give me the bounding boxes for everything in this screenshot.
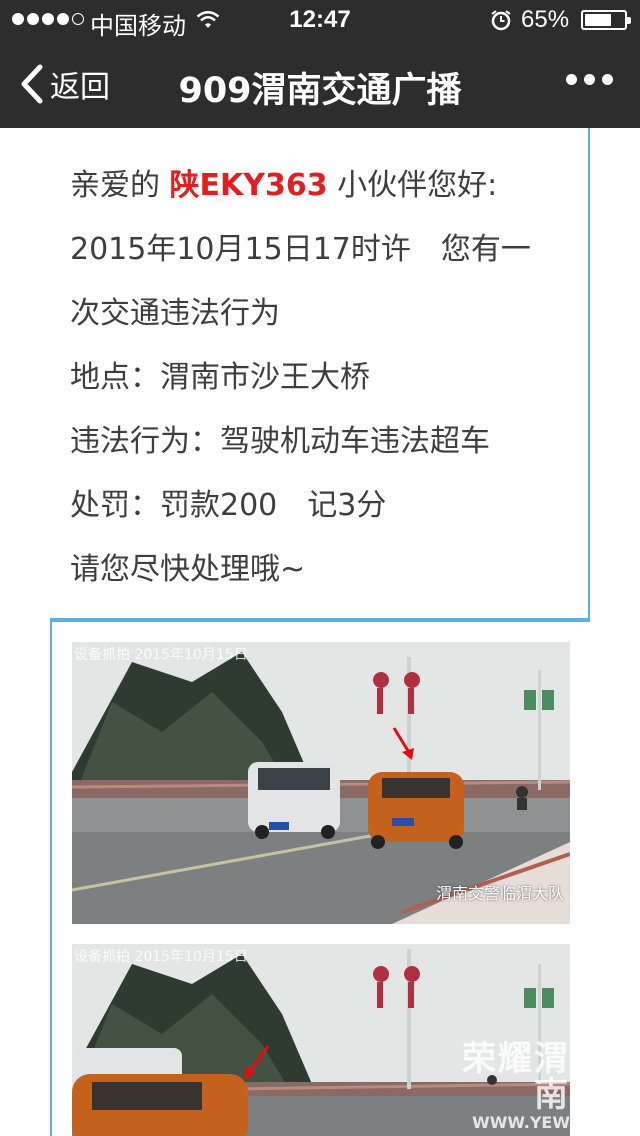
camera-timestamp-watermark: 设备抓拍 2015年10月15日 (74, 949, 248, 965)
more-dot-icon (602, 74, 613, 85)
evidence-photos: 设备抓拍 2015年10月15日 渭南交警临渭大队 设备抓拍 2015年10月1… (50, 620, 590, 1136)
brand-watermark-title: 荣耀渭南 (462, 1039, 570, 1115)
greeting-line: 亲爱的 陕EKY363 小伙伴您好: (70, 160, 497, 204)
camera-timestamp-watermark: 设备抓拍 2015年10月15日 (74, 647, 248, 663)
chevron-left-icon (21, 64, 43, 104)
battery-percentage: 65% (521, 6, 570, 33)
closing-line: 请您尽快处理哦~ (70, 552, 306, 587)
back-button[interactable]: 返回 (18, 62, 110, 106)
more-dot-icon (566, 74, 577, 85)
brand-watermark-url: WWW.YEW (472, 1113, 570, 1132)
page-title: 909渭南交通广播 (178, 71, 462, 111)
more-dot-icon (584, 74, 595, 85)
alarm-clock-icon (491, 10, 511, 31)
greeting-suffix: 小伙伴您好: (327, 168, 498, 203)
evidence-photo-1[interactable]: 设备抓拍 2015年10月15日 渭南交警临渭大队 (72, 642, 570, 924)
photo-caption: 渭南交警临渭大队 (435, 884, 564, 903)
plate-number: 陕EKY363 (169, 168, 328, 203)
article-content[interactable]: 亲爱的 陕EKY363 小伙伴您好: 2015年10月15日17时许 您有一 次… (0, 128, 640, 1136)
violation-penalty: 处罚：罚款200 记3分 (70, 488, 387, 523)
violation-time-cont: 次交通违法行为 (70, 296, 280, 331)
more-options-button[interactable] (566, 74, 613, 85)
greeting-prefix: 亲爱的 (70, 168, 170, 203)
violation-location: 地点：渭南市沙王大桥 (70, 360, 370, 395)
status-bar: 中国移动 12:47 65% (0, 0, 640, 40)
violation-time: 2015年10月15日17时许 您有一 (70, 232, 531, 267)
violation-type: 违法行为：驾驶机动车违法超车 (70, 424, 490, 459)
brand-watermark: 荣耀渭南 WWW.YEW (440, 1041, 570, 1132)
battery-icon (581, 10, 631, 30)
violation-notice: 亲爱的 陕EKY363 小伙伴您好: 2015年10月15日17时许 您有一 次… (50, 128, 590, 620)
nav-bar: 返回 909渭南交通广播 (0, 40, 640, 128)
evidence-photo-2[interactable]: 设备抓拍 2015年10月15日 荣耀渭南 WWW.YEW (72, 944, 570, 1136)
